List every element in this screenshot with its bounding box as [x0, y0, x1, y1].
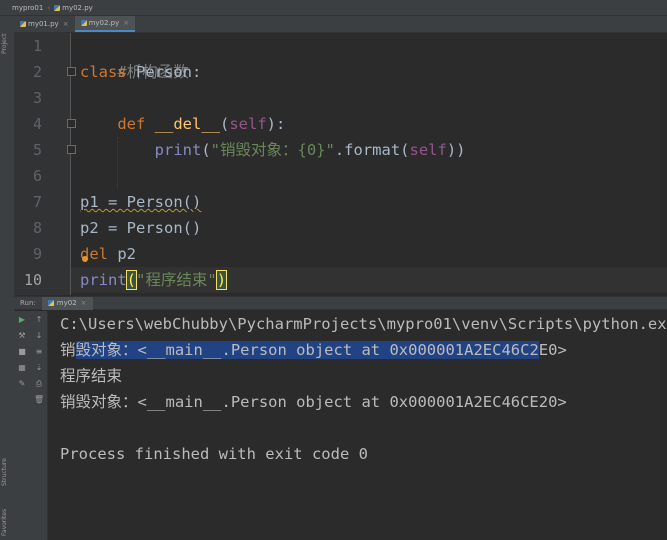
builtin-token: print — [80, 271, 127, 289]
tab-label: my02.py — [88, 19, 120, 27]
soft-wrap-icon[interactable]: ≡ — [34, 347, 44, 357]
structure-tool-button[interactable]: Structure — [1, 458, 8, 486]
code-line-7: p1 = Person() — [80, 189, 201, 215]
up-icon[interactable]: ↑ — [34, 315, 44, 325]
code-token: p1 = Person() — [80, 193, 202, 211]
stop-icon[interactable]: ■ — [17, 347, 27, 357]
code-token: Person: — [126, 63, 202, 81]
line-number: 3 — [32, 89, 42, 107]
function-name-token: __del__ — [154, 115, 220, 133]
keyword-token: class — [80, 63, 127, 81]
fold-icon[interactable] — [67, 67, 76, 76]
console-text: 销 — [60, 341, 76, 359]
text-caret — [226, 271, 228, 290]
code-token: ( — [201, 141, 211, 159]
left-tool-strip: Project Structure Favorites — [0, 16, 15, 540]
breadcrumb-project[interactable]: mypro01 — [12, 4, 43, 12]
editor-tab-bar: my01.py × my02.py × — [14, 16, 667, 33]
self-token: self — [409, 141, 447, 159]
code-token: p2 — [108, 245, 136, 263]
code-line-4: def __del__(self): — [80, 111, 285, 137]
layout-icon[interactable]: ▦ — [17, 363, 27, 373]
fold-icon[interactable] — [67, 119, 76, 128]
code-token: ): — [266, 115, 286, 133]
tab-label: my01.py — [28, 20, 59, 28]
console-exit-line: Process finished with exit code 0 — [60, 445, 368, 463]
code-line-9: del p2 — [80, 241, 136, 267]
code-token: p2 = Person() — [80, 219, 202, 237]
run-panel-label: Run: — [20, 299, 36, 307]
print-icon[interactable]: ⎙ — [34, 379, 44, 389]
line-number: 2 — [32, 63, 42, 81]
string-token: "销毁对象：{0}" — [210, 141, 335, 159]
favorites-tool-button[interactable]: Favorites — [1, 509, 8, 536]
console-selected-text: 毁对象：<__main__.Person object at 0x000001A… — [75, 341, 539, 359]
tab-my01[interactable]: my01.py × — [14, 16, 75, 32]
code-token: .format( — [334, 141, 410, 159]
code-line-8: p2 = Person() — [80, 215, 201, 241]
pin-icon[interactable]: ✎ — [17, 379, 27, 389]
console-command-line: C:\Users\webChubby\PycharmProjects\mypro… — [60, 315, 667, 333]
console-text: E0> — [538, 341, 567, 359]
console-output-line: 销毁对象：<__main__.Person object at 0x000001… — [60, 393, 567, 411]
console-output-line: 销毁对象：<__main__.Person object at 0x000001… — [60, 337, 567, 363]
console-output[interactable]: C:\Users\webChubby\PycharmProjects\mypro… — [48, 311, 667, 540]
line-number: 1 — [32, 37, 42, 55]
line-number: 7 — [32, 193, 42, 211]
project-tool-button[interactable]: Project — [1, 33, 8, 54]
fold-icon[interactable] — [67, 145, 76, 154]
code-token: )) — [446, 141, 466, 159]
breadcrumb-file[interactable]: my02.py — [62, 4, 93, 12]
python-file-icon — [54, 4, 61, 11]
breadcrumb-separator: › — [47, 3, 51, 12]
bulb-icon[interactable] — [82, 256, 88, 262]
scroll-icon[interactable]: ⇣ — [34, 363, 44, 373]
code-line-10: print("程序结束") — [80, 267, 228, 293]
run-toolbar: ▶ ⚒ ■ ▦ ✎ — [14, 311, 32, 540]
code-line-2: class Person: — [80, 59, 201, 85]
wrench-icon[interactable]: ⚒ — [17, 331, 27, 341]
python-file-icon — [20, 21, 26, 27]
close-icon[interactable]: × — [63, 20, 69, 28]
string-token: "程序结束" — [136, 271, 217, 289]
line-number: 5 — [32, 141, 42, 159]
console-toolbar: ↑ ↓ ≡ ⇣ ⎙ 🗑 — [31, 311, 48, 540]
builtin-token: print — [154, 141, 202, 159]
line-number: 9 — [32, 245, 42, 263]
breadcrumb-bar: mypro01 › my02.py — [0, 0, 667, 16]
python-file-icon — [80, 20, 87, 26]
close-icon[interactable]: × — [123, 19, 129, 27]
code-line-1: #析构函数 — [80, 33, 188, 81]
code-token: ( — [220, 115, 230, 133]
trash-icon[interactable]: 🗑 — [34, 395, 44, 405]
down-icon[interactable]: ↓ — [34, 331, 44, 341]
console-output-line: 程序结束 — [60, 367, 123, 385]
python-file-icon — [47, 300, 54, 306]
code-editor[interactable]: 1 2 3 4 5 6 7 8 9 10 #析构函数 class Person:… — [14, 33, 667, 295]
matched-bracket: ) — [215, 270, 228, 290]
close-icon[interactable]: × — [81, 299, 87, 307]
run-panel-header: Run: my02 × — [14, 296, 667, 310]
line-number: 8 — [32, 219, 42, 237]
matched-bracket: ( — [125, 270, 138, 290]
code-line-5: print("销毁对象：{0}".format(self)) — [80, 137, 466, 163]
run-tab-my02[interactable]: my02 × — [41, 296, 93, 310]
self-token: self — [229, 115, 267, 133]
keyword-token: def — [117, 115, 146, 133]
line-number-gutter: 1 2 3 4 5 6 7 8 9 10 — [14, 33, 71, 295]
line-number-current: 10 — [23, 271, 42, 289]
line-number: 4 — [32, 115, 42, 133]
run-icon[interactable]: ▶ — [17, 315, 27, 325]
run-tab-label: my02 — [56, 299, 77, 307]
tab-my02[interactable]: my02.py × — [74, 16, 136, 32]
line-number: 6 — [32, 167, 42, 185]
